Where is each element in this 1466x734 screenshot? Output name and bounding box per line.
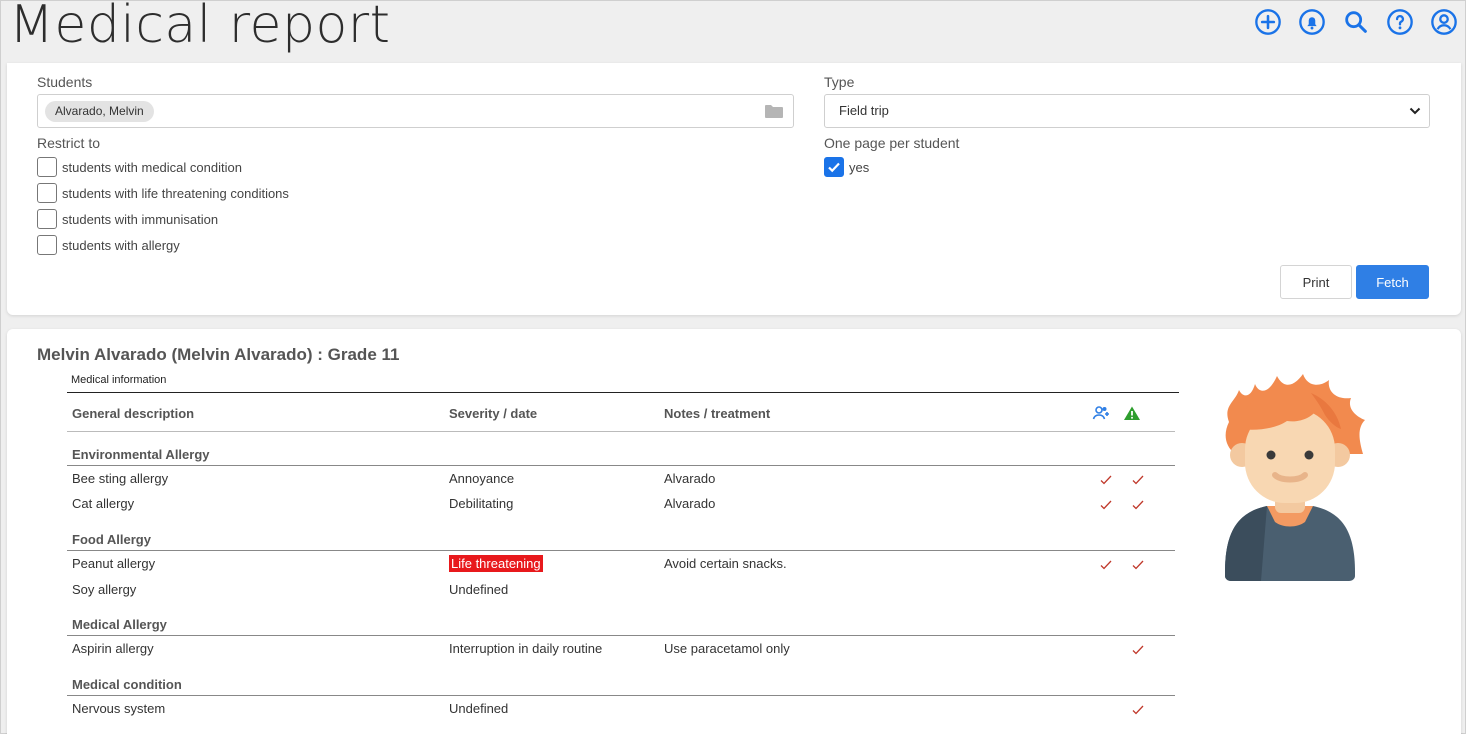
checkbox-label: students with immunisation	[62, 211, 219, 227]
section-label: Medical information	[71, 374, 167, 386]
cell-severity-highlight: Life threatening	[449, 555, 543, 572]
check-icon	[1100, 475, 1112, 485]
group-title: Medical Allergy	[72, 617, 167, 632]
table-row: Soy allergy Undefined	[67, 582, 1175, 602]
print-button[interactable]: Print	[1280, 265, 1352, 299]
restrict-option-medical[interactable]: students with medical condition	[37, 157, 242, 177]
checkbox-checked[interactable]	[824, 157, 844, 177]
student-heading: Melvin Alvarado (Melvin Alvarado) : Grad…	[37, 345, 400, 364]
cell-description: Soy allergy	[72, 582, 137, 597]
checkbox-label: students with life threatening condition…	[62, 185, 289, 201]
check-icon	[1132, 560, 1144, 570]
one-page-label: One page per student	[824, 135, 960, 151]
divider	[67, 465, 1175, 466]
bell-icon[interactable]	[1295, 7, 1329, 37]
checkbox[interactable]	[37, 157, 57, 177]
group-title: Environmental Allergy	[72, 447, 210, 462]
cell-severity: Annoyance	[449, 471, 515, 486]
warning-icon	[1124, 406, 1140, 420]
checkbox-label: students with medical condition	[62, 159, 242, 175]
checkbox[interactable]	[37, 209, 57, 229]
report-panel: Melvin Alvarado (Melvin Alvarado) : Grad…	[7, 329, 1461, 734]
divider	[67, 550, 1175, 551]
group-title: Food Allergy	[72, 532, 151, 547]
search-icon[interactable]	[1339, 7, 1373, 37]
restrict-option-life-threatening[interactable]: students with life threatening condition…	[37, 183, 289, 203]
type-select[interactable]: Field trip	[824, 94, 1430, 128]
column-header: General description	[72, 406, 195, 421]
group-contacts-icon	[1092, 406, 1109, 420]
cell-severity: Debilitating	[449, 496, 514, 511]
check-icon	[1132, 475, 1144, 485]
divider	[67, 635, 1175, 636]
folder-icon[interactable]	[765, 104, 783, 118]
chevron-down-icon	[1409, 107, 1421, 115]
cell-description: Peanut allergy	[72, 556, 156, 571]
cell-severity: Undefined	[449, 582, 509, 597]
add-circle-icon[interactable]	[1251, 7, 1285, 37]
help-icon[interactable]	[1383, 7, 1417, 37]
checkbox-label: students with allergy	[62, 237, 180, 253]
cell-description: Aspirin allergy	[72, 641, 154, 656]
cell-notes: Alvarado	[664, 471, 716, 486]
checkbox[interactable]	[37, 235, 57, 255]
check-icon	[1132, 645, 1144, 655]
checkbox[interactable]	[37, 183, 57, 203]
top-toolbar	[1251, 7, 1461, 37]
table-header: General description Severity / date Note…	[67, 392, 1175, 432]
divider	[67, 695, 1175, 696]
check-icon	[1100, 560, 1112, 570]
student-avatar	[1225, 374, 1365, 581]
students-input[interactable]: Alvarado, Melvin	[37, 94, 794, 128]
filter-panel: Students Alvarado, Melvin Type Field tri…	[7, 63, 1461, 315]
table-row: Peanut allergy Life threatening Avoid ce…	[67, 555, 1175, 576]
page-title: Medical report	[9, 0, 391, 55]
one-page-option[interactable]: yes	[824, 157, 869, 177]
table-row: Bee sting allergy Annoyance Alvarado	[67, 471, 1175, 491]
cell-notes: Avoid certain snacks.	[664, 556, 787, 571]
cell-description: Nervous system	[72, 701, 166, 716]
check-icon	[1132, 705, 1144, 715]
cell-severity: Undefined	[449, 701, 509, 716]
table-row: Aspirin allergy Interruption in daily ro…	[67, 641, 1175, 661]
fetch-button[interactable]: Fetch	[1356, 265, 1429, 299]
checkbox-label: yes	[849, 159, 870, 175]
restrict-option-immunisation[interactable]: students with immunisation	[37, 209, 218, 229]
cell-description: Cat allergy	[72, 496, 135, 511]
cell-severity: Interruption in daily routine	[449, 641, 603, 656]
column-header: Severity / date	[449, 406, 538, 421]
type-label: Type	[824, 74, 855, 90]
check-icon	[1100, 500, 1112, 510]
checkmark-icon	[828, 162, 840, 173]
type-select-value: Field trip	[839, 103, 889, 118]
cell-notes: Alvarado	[664, 496, 716, 511]
cell-description: Bee sting allergy	[72, 471, 169, 486]
cell-notes: Use paracetamol only	[664, 641, 790, 656]
group-title: Medical condition	[72, 677, 182, 692]
account-icon[interactable]	[1427, 7, 1461, 37]
restrict-option-allergy[interactable]: students with allergy	[37, 235, 180, 255]
students-label: Students	[37, 74, 93, 90]
column-header: Notes / treatment	[664, 406, 771, 421]
student-chip[interactable]: Alvarado, Melvin	[45, 101, 154, 122]
table-row: Cat allergy Debilitating Alvarado	[67, 496, 1175, 516]
table-row: Nervous system Undefined	[67, 701, 1175, 721]
restrict-label: Restrict to	[37, 135, 101, 151]
check-icon	[1132, 500, 1144, 510]
